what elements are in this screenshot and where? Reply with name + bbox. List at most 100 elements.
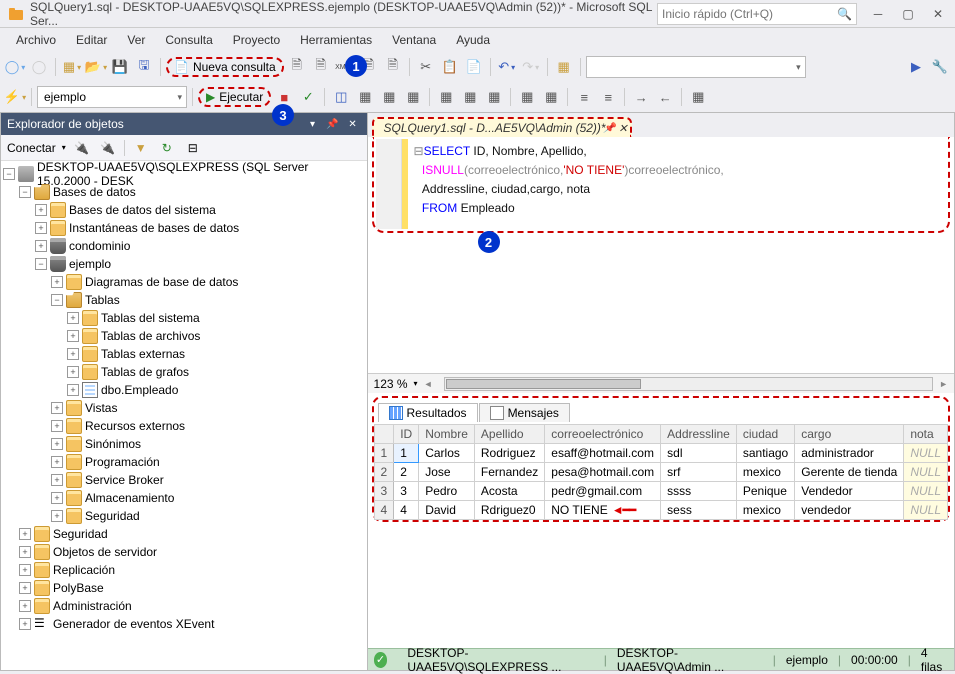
new-project-button[interactable]: ▦ [61,56,83,78]
table-cell[interactable]: mexico [736,463,794,482]
grid-header-nombre[interactable]: Nombre [419,425,475,444]
table-cell[interactable]: pesa@hotmail.com [545,463,661,482]
tree-graph-tables[interactable]: +Tablas de grafos [3,363,365,381]
table-cell[interactable]: NO TIENE◄━━ [545,501,661,520]
tree-synonyms[interactable]: +Sinónimos [3,435,365,453]
menu-ayuda[interactable]: Ayuda [446,30,500,50]
table-cell[interactable]: administrador [795,444,904,463]
indent-button[interactable]: → [630,86,652,108]
table-cell[interactable]: vendedor [795,501,904,520]
parse-button[interactable]: ✓ [297,86,319,108]
editor-tab[interactable]: SQLQuery1.sql - D...AE5VQ\Admin (52))* 📌… [372,117,632,137]
redo-button[interactable]: ↷ [520,56,542,78]
paste-button[interactable]: 📄 [463,56,485,78]
comment-button[interactable]: ≡ [573,86,595,108]
table-cell[interactable]: 1 [374,444,394,463]
tree-server-objects[interactable]: +Objetos de servidor [3,543,365,561]
scroll-thumb[interactable] [446,379,641,389]
tree[interactable]: −DESKTOP-UAAE5VQ\SQLEXPRESS (SQL Server … [1,161,367,670]
table-cell[interactable]: ssss [661,482,737,501]
table-row[interactable]: 22JoseFernandezpesa@hotmail.comsrfmexico… [374,463,947,482]
tree-external-resources[interactable]: +Recursos externos [3,417,365,435]
solution-combo[interactable] [586,56,806,78]
tree-external-tables[interactable]: +Tablas externas [3,345,365,363]
panel-pin-button[interactable]: 📌 [325,116,341,132]
tree-dbo-empleado[interactable]: +dbo.Empleado [3,381,365,399]
table-row[interactable]: 33PedroAcostapedr@gmail.comssssPeniqueVe… [374,482,947,501]
pin-icon[interactable]: 📌 [603,123,615,134]
minimize-button[interactable]: ─ [869,5,887,23]
table-cell[interactable]: NULL [904,444,948,463]
menu-archivo[interactable]: Archivo [6,30,66,50]
tool-q-9[interactable]: ▦ [483,86,505,108]
tool-q-10[interactable]: ▦ [516,86,538,108]
tab-mensajes[interactable]: Mensajes [479,403,570,422]
table-cell[interactable]: srf [661,463,737,482]
nav-forward-button[interactable]: ◯ [28,56,50,78]
table-cell[interactable]: 3 [394,482,419,501]
execplan-button[interactable]: ◫ [330,86,352,108]
tree-condominio[interactable]: +condominio [3,237,365,255]
tab-resultados[interactable]: Resultados [378,403,478,422]
menu-ver[interactable]: Ver [117,30,155,50]
table-cell[interactable]: David [419,501,475,520]
panel-dropdown-button[interactable]: ▾ [305,116,321,132]
table-cell[interactable]: Rodriguez [474,444,544,463]
panel-close-button[interactable]: ✕ [345,116,361,132]
table-cell[interactable]: sess [661,501,737,520]
table-cell[interactable]: Fernandez [474,463,544,482]
table-cell[interactable]: 1 [394,444,419,463]
tree-storage[interactable]: +Almacenamiento [3,489,365,507]
tree-management[interactable]: +Administración [3,597,365,615]
close-button[interactable]: ✕ [929,5,947,23]
table-cell[interactable]: Pedro [419,482,475,501]
tool-q-4[interactable]: ▦ [354,86,376,108]
grid-header-apellido[interactable]: Apellido [474,425,544,444]
tree-db-security[interactable]: +Seguridad [3,507,365,525]
table-cell[interactable]: Jose [419,463,475,482]
table-row[interactable]: 11CarlosRodriguezesaff@hotmail.comsdlsan… [374,444,947,463]
tool-icon-1[interactable]: 🗎 [286,56,308,78]
table-row[interactable]: 44DavidRdriguez0NO TIENE◄━━sessmexicoven… [374,501,947,520]
outdent-button[interactable]: ← [654,86,676,108]
grid-header-ciudad[interactable]: ciudad [736,425,794,444]
tool-q-6[interactable]: ▦ [402,86,424,108]
save-all-button[interactable]: 🖫 [133,56,155,78]
ext-icon-1[interactable]: ▶ [905,56,927,78]
copy-button[interactable]: 📋 [439,56,461,78]
table-cell[interactable]: sdl [661,444,737,463]
menu-editar[interactable]: Editar [66,30,117,50]
grid-header-addressline[interactable]: Addressline [661,425,737,444]
tree-polybase[interactable]: +PolyBase [3,579,365,597]
table-cell[interactable]: Penique [736,482,794,501]
horizontal-scrollbar[interactable] [444,377,933,391]
table-cell[interactable]: NULL [904,463,948,482]
grid-header-id[interactable]: ID [394,425,419,444]
nav-back-button[interactable]: ◯ [4,56,26,78]
table-cell[interactable]: esaff@hotmail.com [545,444,661,463]
tab-close-button[interactable]: ✕ [618,122,627,135]
table-cell[interactable]: santiago [736,444,794,463]
grid-header-cargo[interactable]: cargo [795,425,904,444]
refresh-icon[interactable]: ↻ [157,138,177,158]
execute-button[interactable]: ▶ Ejecutar [198,87,271,107]
open-button[interactable]: 📂 [85,56,107,78]
table-cell[interactable]: mexico [736,501,794,520]
tree-server[interactable]: −DESKTOP-UAAE5VQ\SQLEXPRESS (SQL Server … [3,165,365,183]
table-cell[interactable]: 2 [374,463,394,482]
tree-file-tables[interactable]: +Tablas de archivos [3,327,365,345]
zoom-value[interactable]: 123 % [374,377,408,391]
tool-q-7[interactable]: ▦ [435,86,457,108]
tool-icon-5[interactable]: 🗎 [382,56,404,78]
table-cell[interactable]: 3 [374,482,394,501]
grid-header-nota[interactable]: nota [904,425,948,444]
table-cell[interactable]: Gerente de tienda [795,463,904,482]
table-cell[interactable]: Acosta [474,482,544,501]
tree-ejemplo[interactable]: −ejemplo [3,255,365,273]
ext-icon-2[interactable]: 🔧 [929,56,951,78]
tree-service-broker[interactable]: +Service Broker [3,471,365,489]
stop-refresh-icon[interactable]: ⊟ [183,138,203,158]
tool-q-8[interactable]: ▦ [459,86,481,108]
tree-system-dbs[interactable]: +Bases de datos del sistema [3,201,365,219]
table-cell[interactable]: pedr@gmail.com [545,482,661,501]
